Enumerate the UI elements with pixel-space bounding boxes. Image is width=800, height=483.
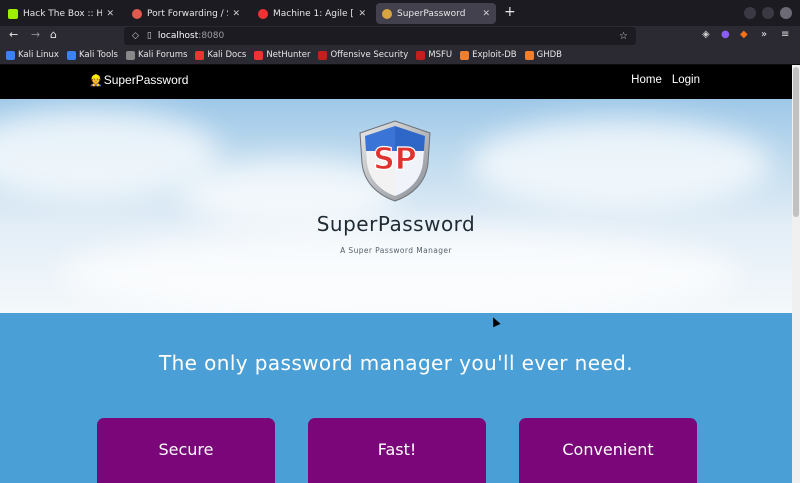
bookmark-nethunter[interactable]: NetHunter	[254, 50, 310, 60]
bookmark-label: Kali Tools	[78, 50, 118, 60]
hero-subtitle: A Super Password Manager	[340, 246, 452, 255]
bookmark-ghdb[interactable]: GHDB	[524, 50, 562, 60]
card-title: Secure	[158, 440, 214, 459]
tab-label: Hack The Box :: Hack The	[23, 8, 103, 19]
pocket-icon[interactable]: ◈	[702, 29, 710, 40]
tab-port-forwarding[interactable]: Port Forwarding / SSH Tu ✕	[126, 3, 246, 24]
page-info-icon[interactable]: ▯	[147, 31, 152, 41]
bookmark-star-icon[interactable]: ☆	[619, 31, 628, 42]
brand-link[interactable]: 👷 SuperPassword	[89, 73, 188, 87]
menu-icon[interactable]: ≡	[781, 29, 789, 40]
close-icon[interactable]: ✕	[232, 9, 240, 19]
bookmark-kali-tools[interactable]: Kali Tools	[66, 50, 118, 60]
superpassword-icon: 👷	[89, 74, 103, 87]
tagline: The only password manager you'll ever ne…	[158, 351, 634, 375]
bookmark-label: MSFU	[428, 50, 453, 60]
kali-forums-icon	[125, 50, 135, 60]
bookmark-kali-forums[interactable]: Kali Forums	[125, 50, 188, 60]
bookmark-label: Exploit-DB	[472, 50, 517, 60]
hero-title: SuperPassword	[316, 212, 476, 236]
tab-label: SuperPassword	[397, 8, 466, 19]
window-close-button[interactable]	[780, 7, 792, 19]
tab-machine-agile[interactable]: Machine 1: Agile [Medium ✕	[252, 3, 372, 24]
tab-superpassword[interactable]: SuperPassword ✕	[376, 3, 496, 24]
close-icon[interactable]: ✕	[482, 9, 490, 19]
nav-home-link[interactable]: Home	[631, 74, 662, 86]
site-navbar: 👷 SuperPassword Home Login	[0, 65, 792, 99]
overflow-chevron-icon[interactable]: »	[761, 29, 767, 40]
tab-label: Machine 1: Agile [Medium	[273, 8, 354, 19]
bookmark-msfu[interactable]: MSFU	[416, 50, 452, 60]
scrollbar-thumb[interactable]	[793, 67, 799, 217]
bookmark-offensive-security[interactable]: Offensive Security	[318, 50, 408, 60]
feature-card-secure: Secure	[97, 418, 275, 483]
nethunter-icon	[254, 50, 264, 60]
brand-name: SuperPassword	[103, 73, 189, 87]
hero-section: SP SuperPassword A Super Password Manage…	[0, 99, 792, 313]
extension-icon[interactable]: ●	[721, 29, 730, 40]
back-arrow-icon[interactable]: ←	[9, 28, 18, 41]
bookmarks-bar: Kali Linux Kali Tools Kali Forums Kali D…	[0, 46, 800, 65]
tab-bar: Hack The Box :: Hack The ✕ Port Forwardi…	[0, 0, 800, 26]
offsec-icon	[318, 50, 328, 60]
page-icon	[132, 8, 142, 19]
nav-login-link[interactable]: Login	[672, 74, 700, 86]
mouse-cursor-icon	[489, 315, 501, 328]
maximize-button[interactable]	[762, 7, 774, 19]
page-viewport: 👷 SuperPassword Home Login SP SuperPassw…	[0, 65, 792, 483]
kali-tools-icon	[66, 50, 76, 60]
bookmark-label: Kali Linux	[18, 50, 59, 60]
shield-icon[interactable]: ◇	[132, 31, 139, 41]
home-icon[interactable]: ⌂	[50, 28, 57, 41]
url-bar[interactable]: ◇ ▯ localhost :8080 ☆	[124, 27, 636, 45]
bookmark-label: Offensive Security	[330, 50, 409, 60]
feature-card-convenient: Convenient	[519, 418, 697, 483]
forward-arrow-icon[interactable]: →	[31, 28, 40, 41]
card-title: Fast!	[377, 440, 417, 459]
url-port: :8080	[198, 31, 225, 41]
close-icon[interactable]: ✕	[358, 9, 366, 19]
url-host: localhost	[157, 31, 199, 41]
foxyproxy-icon[interactable]: ◆	[740, 29, 748, 40]
bookmark-label: Kali Docs	[207, 50, 247, 60]
kali-icon	[6, 50, 15, 60]
cloud-decoration	[470, 119, 770, 209]
bookmark-exploit-db[interactable]: Exploit-DB	[460, 50, 517, 60]
site-nav-links: Home Login	[631, 74, 700, 86]
exploit-db-icon	[460, 50, 470, 60]
superpassword-icon	[382, 8, 392, 19]
tab-label: Port Forwarding / SSH Tu	[147, 8, 228, 19]
cloud-decoration	[60, 229, 740, 313]
htb-icon	[8, 8, 18, 19]
superpassword-logo: SP	[359, 120, 431, 202]
window-controls	[744, 7, 792, 19]
msfu-icon	[416, 50, 426, 60]
record-icon	[258, 8, 268, 19]
bookmark-label: GHDB	[536, 50, 562, 60]
page-scrollbar[interactable]	[792, 65, 800, 483]
bookmark-label: NetHunter	[266, 50, 311, 60]
kali-docs-icon	[195, 50, 205, 60]
bookmark-kali-docs[interactable]: Kali Docs	[195, 50, 246, 60]
card-title: Convenient	[562, 440, 654, 459]
minimize-button[interactable]	[744, 7, 756, 19]
bookmark-kali-linux[interactable]: Kali Linux	[6, 50, 59, 60]
close-icon[interactable]: ✕	[106, 9, 114, 19]
new-tab-button[interactable]: +	[504, 4, 516, 20]
logo-text: SP	[373, 142, 417, 177]
bookmark-label: Kali Forums	[137, 50, 188, 60]
feature-card-fast: Fast!	[308, 418, 486, 483]
ghdb-icon	[524, 50, 534, 60]
tab-hackthebox[interactable]: Hack The Box :: Hack The ✕	[2, 3, 120, 24]
navigation-bar: ← → ⌂ ◇ ▯ localhost :8080 ☆ ◈ ● ◆ » ≡	[0, 26, 800, 46]
